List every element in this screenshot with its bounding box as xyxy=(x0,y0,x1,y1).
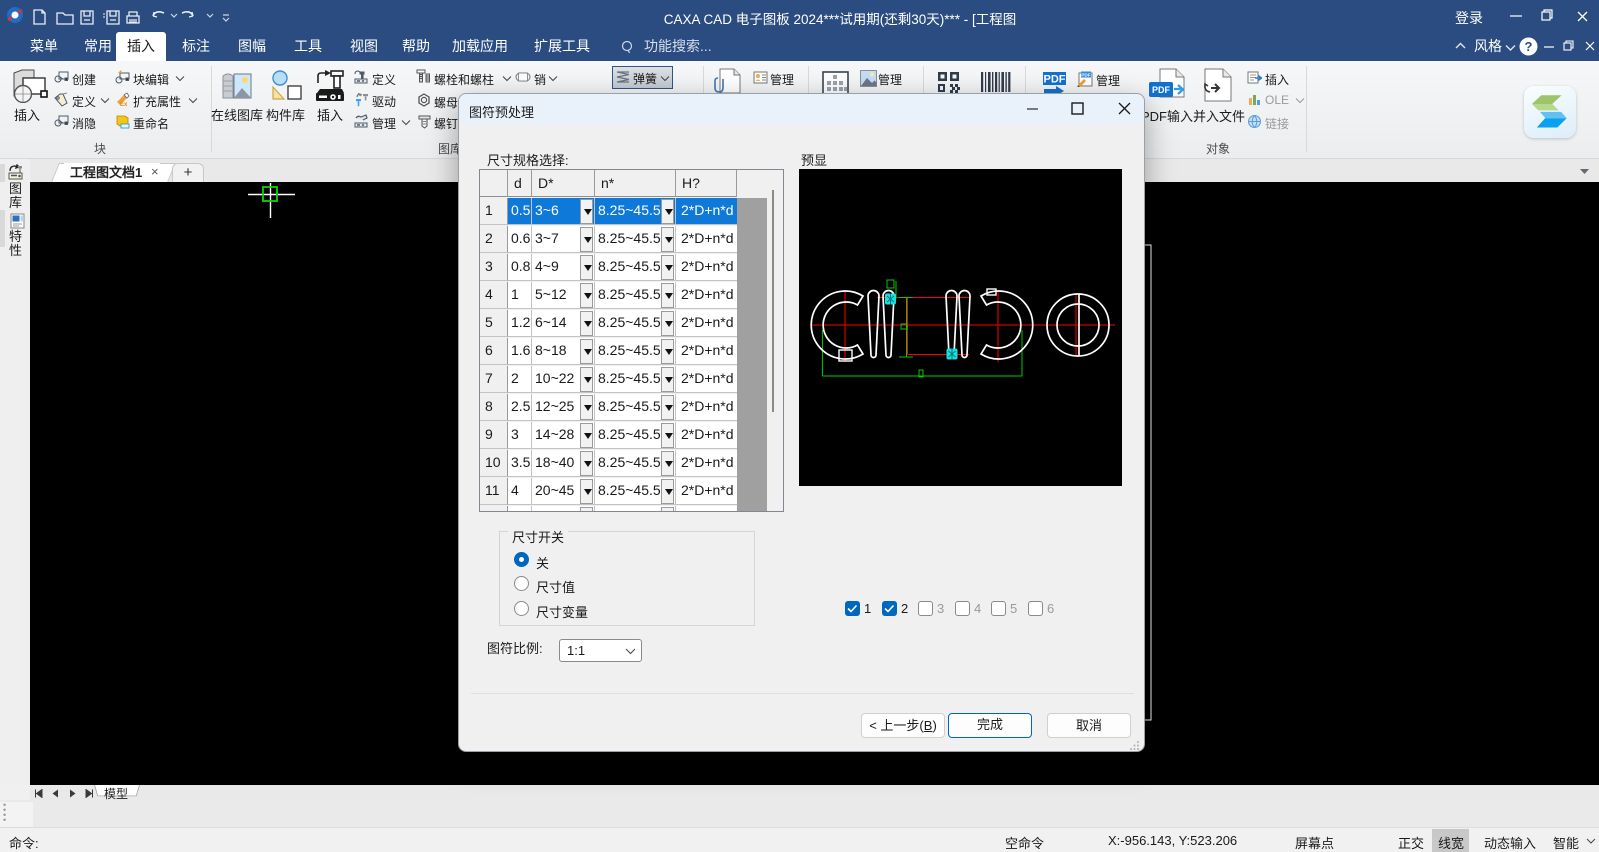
svg-text:Ex: Ex xyxy=(120,102,128,107)
svg-text:PDF: PDF xyxy=(1044,74,1066,86)
svg-text:PDF: PDF xyxy=(1081,73,1091,79)
svg-text:PDF: PDF xyxy=(1152,85,1171,95)
svg-text:?: ? xyxy=(1525,39,1533,54)
